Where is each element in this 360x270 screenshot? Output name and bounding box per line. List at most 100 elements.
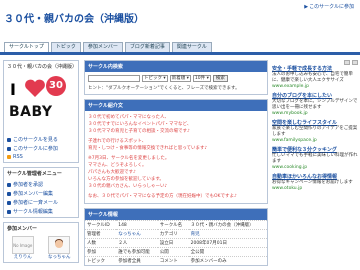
info-label: 設立日: [157, 238, 189, 248]
members-panel: 参加メンバー No Image えりりん なっちゃん: [3, 222, 79, 263]
info-value: 2008年07月01日: [188, 238, 267, 248]
edit-members-label: 参加メンバー編集: [13, 191, 54, 197]
members-title: 参加メンバー: [7, 226, 38, 232]
info-value: 148: [116, 220, 158, 230]
info-label: 人数: [85, 238, 117, 248]
bulk-mail-link[interactable]: 参加者に一斉メール: [7, 198, 75, 207]
bullet-icon: [7, 191, 11, 196]
image-text-baby: BABY: [9, 104, 53, 120]
member-name: えりりん: [13, 255, 32, 260]
search-hint: ヒント："ダブルクオーテーション"でくくると、フレーズで検索できます。: [88, 86, 240, 91]
ad-url: www.cooking.jp: [272, 165, 308, 170]
circle-links: このサークルを見る このサークルに参加 RSS: [4, 134, 78, 162]
info-table: サークルID 148 サークル名 ３０代・親バカの会（沖縄版） 管理者 なっちゃ…: [85, 220, 267, 265]
info-value: 誰でも参加可能: [116, 247, 158, 257]
ad-item[interactable]: 空間を楽しむライフスタイル 家族で楽しむ空間作りのアイデアをご提案します www…: [272, 120, 358, 144]
avatar: [48, 236, 71, 254]
ad-next-button[interactable]: [352, 60, 358, 65]
ad-url: www.example.jp: [272, 84, 309, 89]
view-circle-label: このサークルを見る: [13, 137, 58, 143]
ad-item[interactable]: 自分のブログを本にしたい 大切なブログを本に。シンプルデザインで思い出を一冊に残…: [272, 93, 358, 117]
bullet-icon: [7, 209, 11, 214]
about-line: ３０代ママの育児と子育ての相談・交流の場です♪: [88, 129, 190, 134]
ad-item[interactable]: 簡単で便利な３分クッキング 忙しいママでも手軽に美味しい料理が作れます www.…: [272, 147, 358, 171]
edit-circle-link[interactable]: サークル情報編集: [7, 207, 75, 216]
rss-icon: [7, 155, 11, 159]
ad-body: 家族で楽しむ空間作りのアイデアをご提案します: [272, 126, 358, 137]
ad-url: www.otoku.jp: [272, 186, 303, 191]
info-label: カテゴリ: [157, 229, 189, 239]
circle-name: ３０代・親バカの会（沖縄版）: [7, 64, 78, 70]
tab-blog-new[interactable]: ブログ新着記事: [124, 42, 170, 52]
search-input[interactable]: [88, 75, 140, 82]
approve-members-link[interactable]: 参加者を承認: [7, 180, 75, 189]
join-circle-side-link[interactable]: このサークルに参加: [7, 144, 75, 153]
ad-url: www.mybook.jp: [272, 111, 308, 116]
image-text-i: I: [10, 80, 16, 99]
ad-body: 忙しいママでも手軽に美味しい料理が作れます: [272, 153, 358, 164]
member-list: No Image えりりん なっちゃん: [4, 234, 78, 262]
about-title: サークル紹介文: [85, 100, 267, 111]
arrow-icon: ▶: [304, 4, 309, 10]
about-line: ３０代ですでにいろんなイベントパパ・ママなど、: [88, 122, 192, 127]
search-button[interactable]: 検索: [212, 75, 228, 82]
admin-link[interactable]: なっちゃん: [116, 229, 158, 239]
rss-link[interactable]: RSS: [7, 153, 75, 161]
info-label: コメント: [157, 256, 189, 265]
ad-item[interactable]: 自動車ほかいろんなお得情報 お得なキャンペーン情報をお届けします www.oto…: [272, 174, 358, 192]
ad-url: www.familyspace.jp: [272, 138, 317, 143]
header: ３０代・親バカの会（沖縄版） ▶このサークルに参加: [0, 0, 360, 36]
ad-body: 大切なブログを本に。シンプルデザインで思い出を一冊に残せます: [272, 99, 358, 110]
table-row: 管理者 なっちゃん カテゴリ 育児: [85, 229, 267, 239]
ad-body: 法人のお申し込みも安心で、自宅で簡単に、健康で楽しい大人エクササイズ: [272, 72, 353, 83]
avatar: No Image: [11, 236, 34, 254]
category-link[interactable]: 育児: [188, 229, 267, 239]
join-circle-side-label: このサークルに参加: [13, 146, 58, 152]
info-value: 参加者全員: [116, 256, 158, 265]
sort-select[interactable]: 新着順 ▾: [169, 75, 191, 82]
count-select-value: 10件: [194, 76, 206, 81]
info-label: 参加: [85, 247, 117, 257]
info-label: トピック: [85, 256, 117, 265]
count-select[interactable]: 10件 ▾: [192, 75, 211, 82]
view-circle-link[interactable]: このサークルを見る: [7, 135, 75, 144]
ad-prev-button[interactable]: [344, 60, 350, 65]
info-value: 全公開: [188, 247, 267, 257]
about-line: ※7月3日、サークル名を変更しました。: [88, 156, 170, 161]
edit-circle-label: サークル情報編集: [13, 209, 53, 215]
image-text-age: 30: [46, 76, 66, 96]
about-line: いろんな方の参加を歓迎しています。: [88, 177, 164, 182]
tab-topics[interactable]: トピック: [50, 42, 81, 52]
type-select[interactable]: トピック ▾: [142, 75, 168, 82]
info-value: ２人: [116, 238, 158, 248]
info-value: 参加メンバーのみ: [188, 256, 267, 265]
edit-members-link[interactable]: 参加メンバー編集: [7, 189, 75, 198]
join-circle-label: このサークルに参加: [309, 4, 354, 10]
rss-label: RSS: [13, 154, 23, 160]
member-item[interactable]: なっちゃん: [43, 236, 77, 260]
bullet-icon: [7, 137, 11, 142]
search-section: サークル内検索 トピック ▾ 新着順 ▾ 10件 ▾ 検索 ヒント："ダブルクオ…: [84, 60, 268, 95]
member-item[interactable]: No Image えりりん: [6, 236, 40, 260]
info-label: 管理者: [85, 229, 117, 239]
table-row: サークルID 148 サークル名 ３０代・親バカの会（沖縄版）: [85, 220, 267, 230]
about-line: パパさんも大歓迎です♪: [88, 170, 136, 175]
tab-bar-underline: [0, 52, 360, 55]
info-label: 公開: [157, 247, 189, 257]
type-select-value: トピック: [144, 76, 162, 81]
ad-item[interactable]: 安全・手軽で成長する方法 法人のお申し込みも安心で、自宅で簡単に、健康で楽しい大…: [272, 66, 358, 90]
tab-related[interactable]: 関連サークル: [171, 42, 212, 52]
info-label: サークルID: [85, 220, 117, 230]
bullet-icon: [7, 182, 11, 187]
tab-members[interactable]: 参加メンバー: [82, 42, 123, 52]
bulk-mail-label: 参加者に一斉メール: [13, 200, 59, 206]
bullet-icon: [7, 146, 11, 151]
about-line: 育児・しつけ・食事等の情報交換できればと思っています♪: [88, 146, 208, 151]
member-name: なっちゃん: [48, 255, 71, 260]
about-line: ３０代の親バカさん、いらっしゃーい♪: [88, 184, 168, 189]
about-section: サークル紹介文 ３０代で初めてパパ・ママになった人、 ３０代ですでにいろんなイベ…: [84, 99, 268, 204]
table-row: 参加 誰でも参加可能 公開 全公開: [85, 247, 267, 257]
join-circle-link[interactable]: ▶このサークルに参加: [304, 3, 354, 10]
admin-menu-panel: サークル管理者メニュー 参加者を承認 参加メンバー編集 参加者に一斉メール サー…: [3, 167, 79, 218]
tab-circle-top[interactable]: サークルトップ: [4, 42, 49, 52]
